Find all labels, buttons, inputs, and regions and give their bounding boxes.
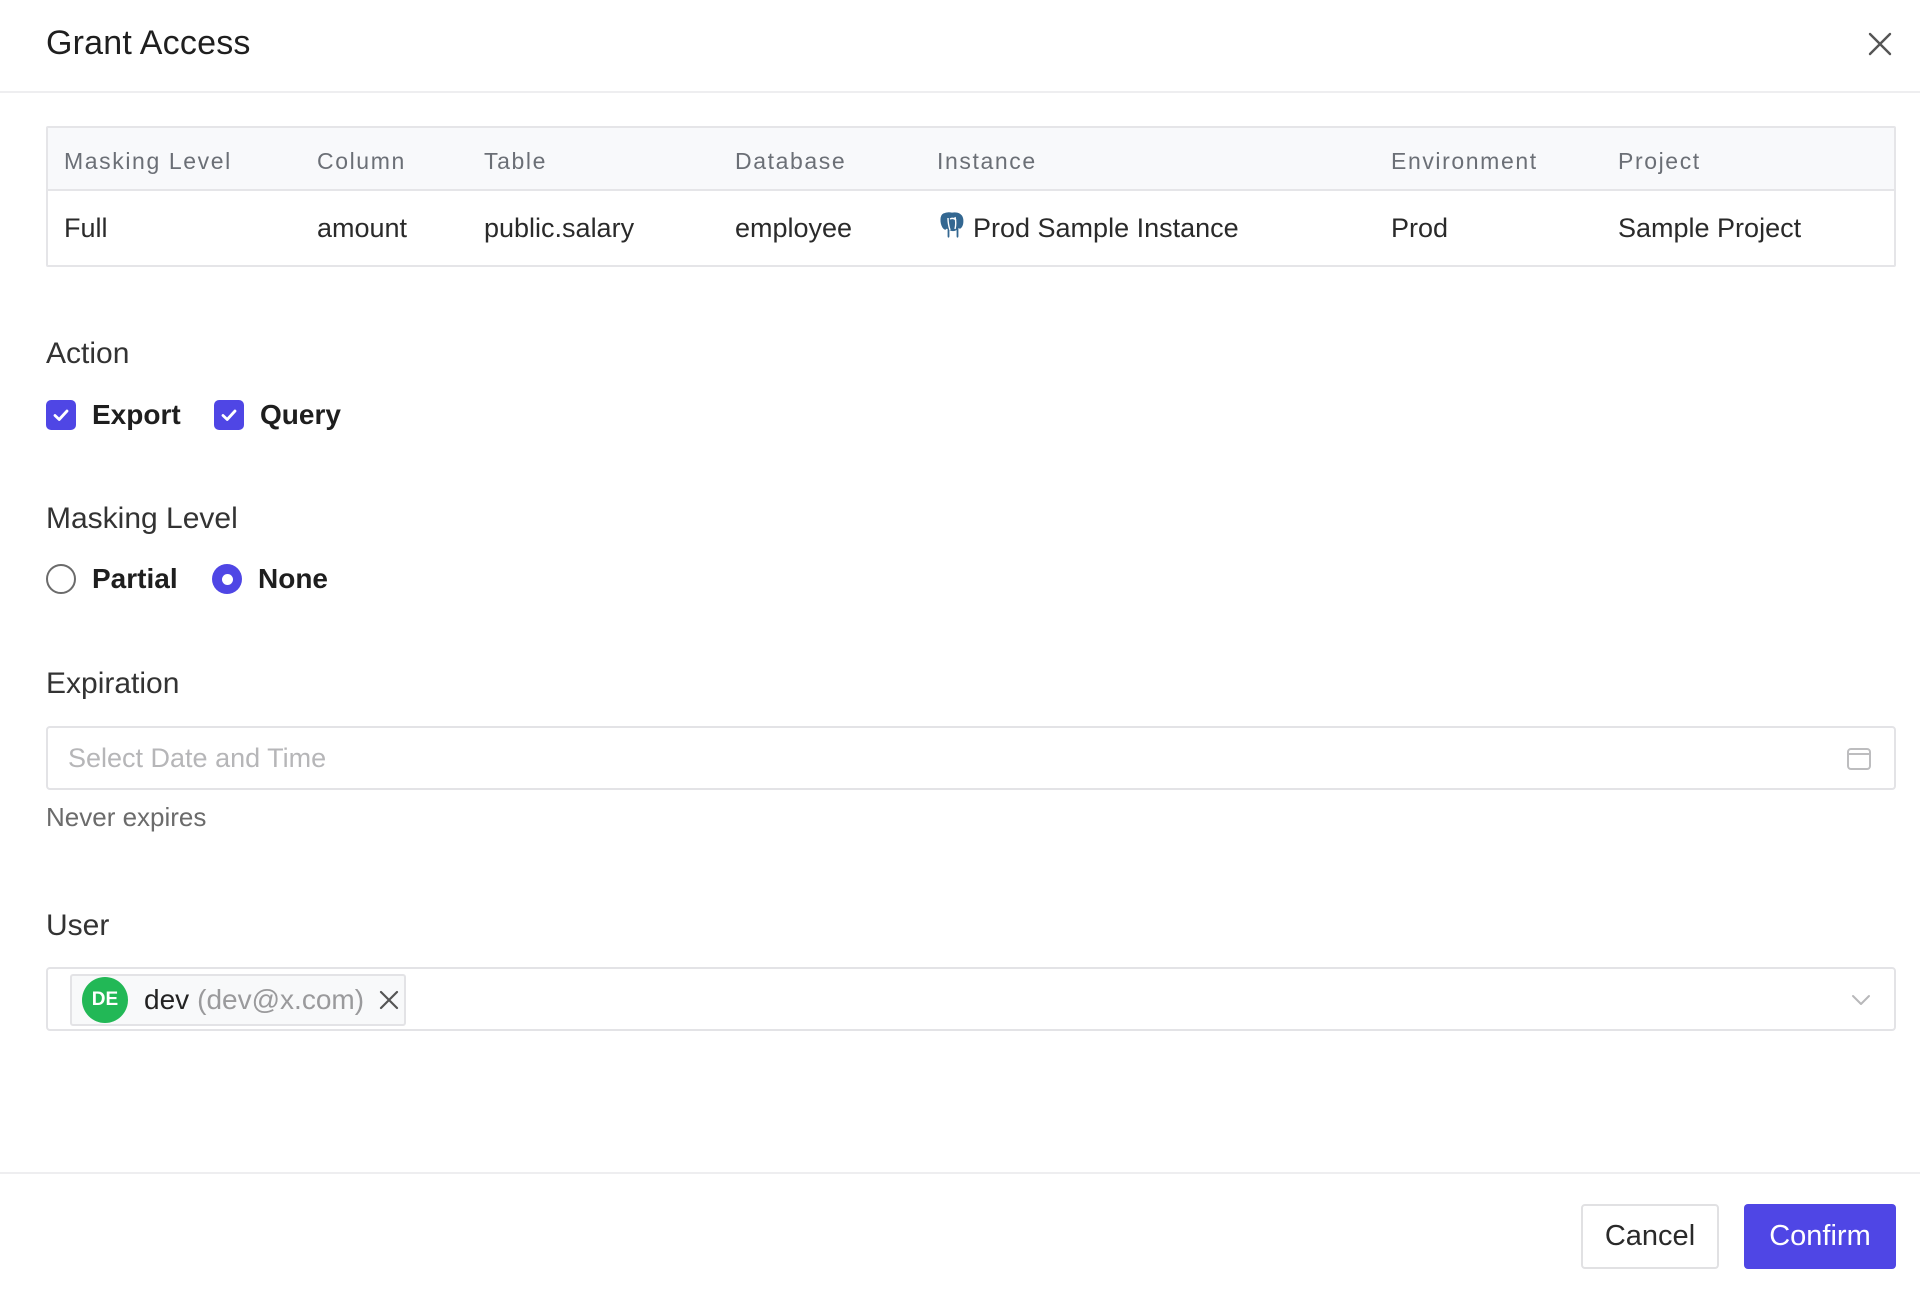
partial-label: Partial	[92, 563, 178, 594]
table-header: Masking Level Column Table Database Inst…	[48, 128, 1894, 191]
cell-column: amount	[317, 213, 408, 243]
checkbox-checked-icon	[46, 400, 76, 430]
calendar-icon[interactable]	[1846, 746, 1872, 772]
instance-name: Prod Sample Instance	[973, 213, 1239, 243]
cell-masking-level: Full	[64, 213, 108, 243]
column-header-environment: Environment	[1391, 148, 1538, 174]
column-header-column: Column	[317, 148, 406, 174]
checkbox-checked-icon	[214, 400, 244, 430]
masking-level-label: Masking Level	[46, 502, 238, 535]
dialog-header: Grant Access	[0, 0, 1920, 93]
confirm-button[interactable]: Confirm	[1744, 1204, 1896, 1269]
column-header-project: Project	[1618, 148, 1701, 174]
close-icon	[1868, 32, 1892, 56]
export-checkbox[interactable]: Export	[46, 399, 181, 431]
footer-divider	[0, 1172, 1920, 1174]
expiration-hint: Never expires	[46, 802, 207, 832]
cell-table: public.salary	[484, 213, 635, 243]
user-email: (dev@x.com)	[197, 984, 365, 1015]
dialog-title: Grant Access	[46, 24, 251, 62]
column-header-database: Database	[735, 148, 847, 174]
cell-project: Sample Project	[1618, 213, 1802, 243]
remove-user-icon[interactable]	[376, 987, 402, 1013]
expiration-input[interactable]	[68, 728, 1768, 788]
radio-selected-icon	[212, 564, 242, 594]
query-checkbox[interactable]: Query	[214, 399, 341, 431]
radio-unselected-icon	[46, 564, 76, 594]
column-header-table: Table	[484, 148, 547, 174]
close-button[interactable]	[1862, 26, 1898, 62]
postgresql-icon	[939, 210, 965, 239]
user-select[interactable]: DE dev (dev@x.com)	[46, 967, 1896, 1031]
user-tag: DE dev (dev@x.com)	[70, 974, 406, 1026]
expiration-date-picker[interactable]	[46, 726, 1896, 790]
expiration-label: Expiration	[46, 667, 180, 700]
cancel-button[interactable]: Cancel	[1581, 1204, 1719, 1269]
cell-environment: Prod	[1391, 213, 1449, 243]
column-header-instance: Instance	[937, 148, 1037, 174]
cell-instance: Prod Sample Instance	[937, 209, 1239, 244]
action-label: Action	[46, 337, 130, 370]
none-label: None	[258, 563, 328, 594]
masking-none-radio[interactable]: None	[212, 563, 328, 595]
avatar: DE	[82, 977, 128, 1023]
query-label: Query	[260, 399, 341, 430]
export-label: Export	[92, 399, 181, 430]
chevron-down-icon[interactable]	[1848, 987, 1874, 1013]
masking-partial-radio[interactable]: Partial	[46, 563, 178, 595]
cell-database: employee	[735, 213, 853, 243]
column-header-masking-level: Masking Level	[64, 148, 232, 174]
table-row: Full amount public.salary employee Prod …	[48, 191, 1894, 265]
user-label: User	[46, 909, 110, 942]
user-name: dev	[144, 984, 190, 1015]
resource-table: Masking Level Column Table Database Inst…	[46, 126, 1896, 267]
